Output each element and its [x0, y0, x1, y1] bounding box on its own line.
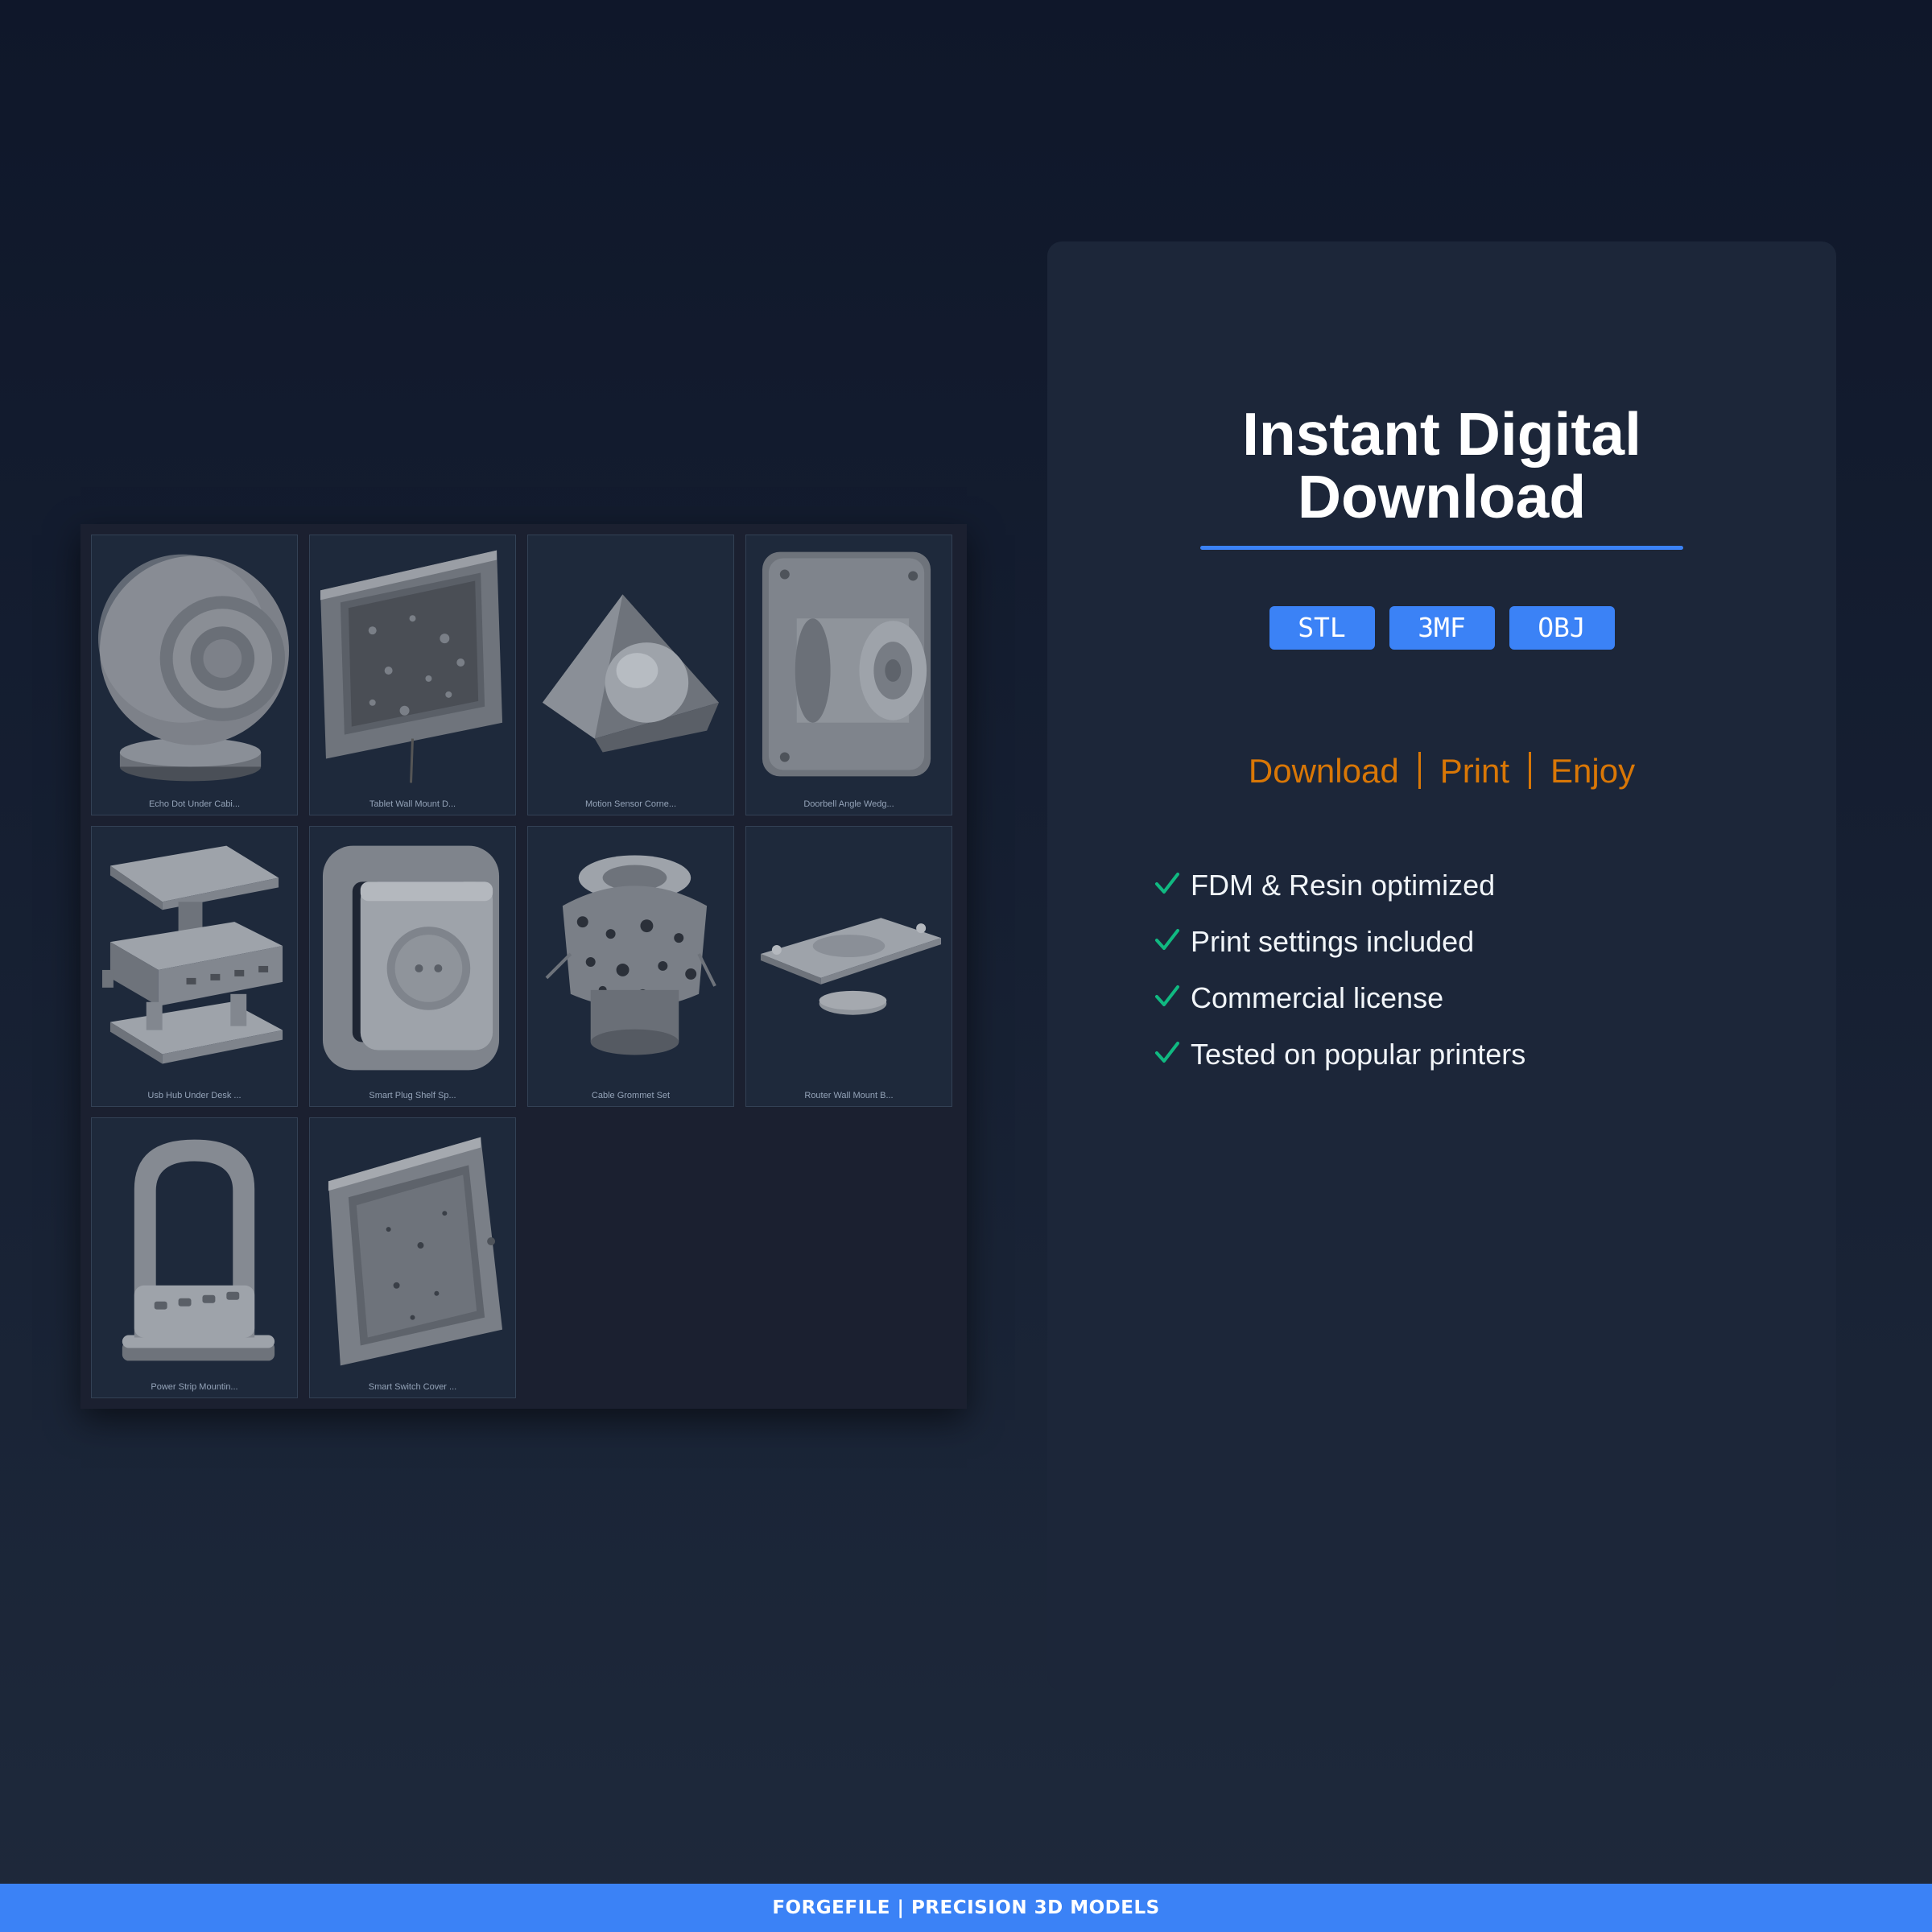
cable-grommet-model-icon [545, 855, 716, 1055]
footer-slogan: PRECISION 3D MODELS [910, 1897, 1160, 1918]
feature-text: Print settings included [1191, 925, 1475, 958]
tagline: Download Print Enjoy [1047, 751, 1836, 791]
motion-sensor-model-icon [542, 594, 720, 753]
tile-caption: Usb Hub Under Desk ... [147, 1091, 242, 1100]
title-underline [1200, 546, 1683, 550]
format-badge-obj: OBJ [1509, 606, 1615, 650]
tile-caption: Motion Sensor Corne... [584, 799, 677, 809]
check-icon [1155, 1042, 1179, 1063]
check-icon [1155, 873, 1179, 894]
tile-caption: Doorbell Angle Wedg... [803, 799, 894, 809]
tile-caption: Cable Grommet Set [591, 1091, 671, 1100]
model-tile[interactable]: Router Wall Mount B... [745, 826, 952, 1107]
feature-list: FDM & Resin optimized Print settings inc… [1152, 861, 1525, 1087]
tile-caption: Echo Dot Under Cabi... [148, 799, 241, 809]
model-tile[interactable]: Echo Dot Under Cabi... [91, 535, 298, 815]
page-title: Instant Digital Download [1047, 402, 1836, 528]
tagline-print: Print [1439, 752, 1510, 790]
router-mount-model-icon [760, 918, 942, 1015]
tagline-download: Download [1248, 752, 1399, 790]
model-tile[interactable]: Tablet Wall Mount D... [309, 535, 516, 815]
feature-item: Tested on popular printers [1152, 1030, 1525, 1087]
feature-item: Print settings included [1152, 918, 1525, 974]
check-icon [1155, 929, 1179, 950]
tile-caption: Tablet Wall Mount D... [369, 799, 456, 809]
footer-bar: FORGEFILE | PRECISION 3D MODELS [0, 1884, 1932, 1932]
model-tile[interactable]: Smart Plug Shelf Sp... [309, 826, 516, 1107]
model-tile[interactable]: Doorbell Angle Wedg... [745, 535, 952, 815]
feature-text: Tested on popular printers [1191, 1038, 1526, 1071]
speaker-model-icon [98, 554, 290, 782]
format-badges: STL 3MF OBJ [1047, 606, 1836, 650]
check-icon [1155, 985, 1179, 1006]
feature-text: FDM & Resin optimized [1191, 869, 1496, 902]
feature-item: FDM & Resin optimized [1152, 861, 1525, 918]
model-tile[interactable]: Usb Hub Under Desk ... [91, 826, 298, 1107]
format-badge-stl: STL [1269, 606, 1375, 650]
tagline-divider [1418, 752, 1421, 789]
switch-cover-model-icon [328, 1137, 503, 1366]
tagline-divider [1529, 752, 1532, 789]
model-tile[interactable]: Smart Switch Cover ... [309, 1117, 516, 1398]
tile-caption: Power Strip Mountin... [151, 1382, 238, 1392]
format-badge-3mf: 3MF [1389, 606, 1495, 650]
doorbell-model-icon [762, 551, 931, 777]
model-gallery: Echo Dot Under Cabi... Tablet Wall Mount… [80, 524, 967, 1409]
tile-caption: Smart Switch Cover ... [368, 1382, 457, 1392]
footer-separator: | [897, 1897, 905, 1918]
tile-caption: Smart Plug Shelf Sp... [369, 1091, 456, 1100]
info-card: Instant Digital Download STL 3MF OBJ Downl… [1047, 242, 1836, 1690]
title-line-1: Instant Digital [1242, 400, 1641, 468]
tagline-enjoy: Enjoy [1550, 752, 1636, 790]
tile-caption: Router Wall Mount B... [804, 1091, 894, 1100]
feature-item: Commercial license [1152, 974, 1525, 1030]
feature-text: Commercial license [1191, 981, 1444, 1014]
model-tile[interactable]: Power Strip Mountin... [91, 1117, 298, 1398]
title-line-2: Download [1297, 463, 1587, 530]
usb-hub-model-icon [101, 845, 283, 1064]
footer-brand: FORGEFILE [772, 1897, 891, 1918]
tablet-mount-model-icon [320, 550, 503, 783]
power-strip-model-icon [122, 1139, 275, 1361]
model-tile[interactable]: Motion Sensor Corne... [527, 535, 734, 815]
smart-plug-model-icon [322, 845, 500, 1071]
model-tile[interactable]: Cable Grommet Set [527, 826, 734, 1107]
